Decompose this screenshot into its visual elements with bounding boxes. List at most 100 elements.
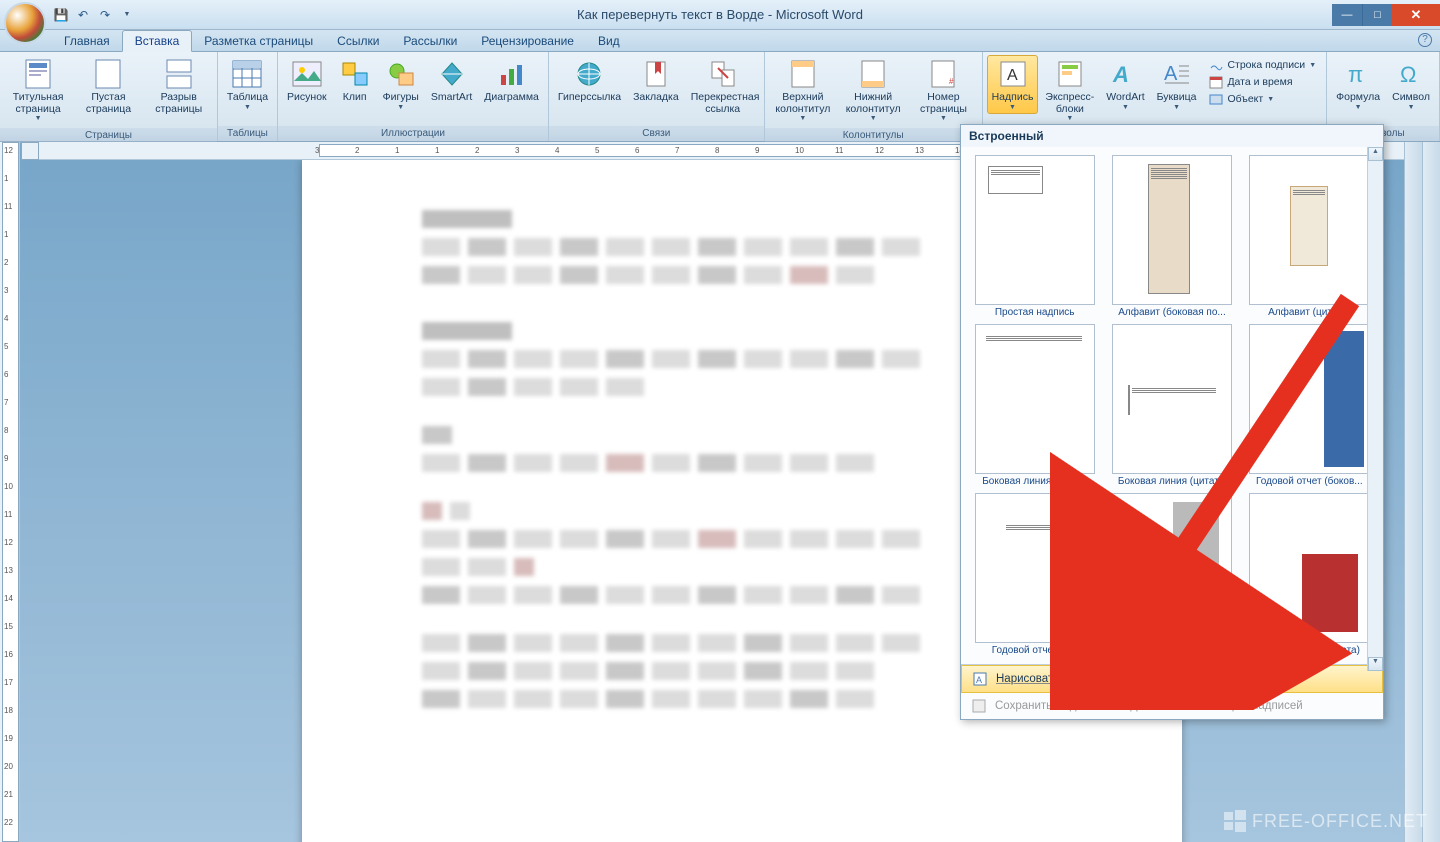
group-headerfooter: Верхний колонтитул▼ Нижний колонтитул▼ #… [765, 52, 983, 141]
tab-review[interactable]: Рецензирование [469, 31, 586, 51]
textbox-gallery: Встроенный Простая надпись Алфавит (боко… [960, 124, 1384, 720]
svg-text:π: π [1348, 62, 1363, 87]
group-hf-label: Колонтитулы [765, 128, 982, 143]
picture-icon [291, 58, 323, 90]
group-illustrations: Рисунок Клип Фигуры▼ SmartArt Диаграмма … [278, 52, 549, 141]
header-icon [787, 58, 819, 90]
header-button[interactable]: Верхний колонтитул▼ [769, 55, 837, 125]
close-button[interactable]: ✕ [1392, 4, 1440, 26]
clip-button[interactable]: Клип [334, 55, 376, 107]
draw-textbox-icon: A [972, 671, 988, 687]
wordart-button[interactable]: A WordArt▼ [1101, 55, 1149, 114]
chart-button[interactable]: Диаграмма [479, 55, 544, 107]
cover-page-icon [22, 58, 54, 90]
scroll-up-icon[interactable]: ▲ [1368, 147, 1383, 161]
qat-dropdown-icon[interactable]: ▼ [118, 6, 136, 24]
picture-button[interactable]: Рисунок [282, 55, 332, 107]
symbol-icon: Ω [1395, 58, 1427, 90]
clip-icon [339, 58, 371, 90]
hyperlink-icon [573, 58, 605, 90]
gallery-item[interactable]: Головоломка (цитата) [1244, 493, 1375, 656]
watermark: FREE-OFFICE.NET [1224, 810, 1428, 832]
group-tables-label: Таблицы [218, 126, 277, 141]
vertical-ruler: 1211112345678910111213141516171819202122… [0, 142, 20, 842]
dropcap-button[interactable]: A Буквица▼ [1152, 55, 1202, 114]
quickparts-icon [1054, 58, 1086, 90]
dropcap-icon: A [1161, 58, 1193, 90]
tab-home[interactable]: Главная [52, 31, 122, 51]
chart-icon [496, 58, 528, 90]
group-illus-label: Иллюстрации [278, 126, 548, 141]
gallery-heading: Встроенный [961, 125, 1383, 147]
gallery-footer: A Нарисовать надпись Сохранить выделенны… [961, 664, 1383, 719]
help-icon[interactable]: ? [1418, 33, 1432, 47]
gallery-item[interactable]: Алфавит (цитата) [1244, 155, 1375, 318]
date-time-button[interactable]: Дата и время [1207, 74, 1318, 90]
gallery-item[interactable]: Годовой отчет (ц... [969, 493, 1100, 656]
ribbon-tabs: Главная Вставка Разметка страницы Ссылки… [0, 30, 1440, 52]
gallery-item[interactable]: Боковая линия (цитат... [1106, 324, 1237, 487]
shapes-icon [385, 58, 417, 90]
wordart-icon: A [1109, 58, 1141, 90]
bookmark-icon [640, 58, 672, 90]
tab-mailings[interactable]: Рассылки [391, 31, 469, 51]
crossref-button[interactable]: Перекрестная ссылка [686, 55, 760, 118]
group-links-label: Связи [549, 126, 764, 141]
svg-text:A: A [1112, 62, 1129, 87]
hyperlink-button[interactable]: Гиперссылка [553, 55, 626, 107]
window-title: Как перевернуть текст в Ворде - Microsof… [577, 7, 863, 22]
group-links: Гиперссылка Закладка Перекрестная ссылка… [549, 52, 765, 141]
quickparts-button[interactable]: Экспресс-блоки▼ [1040, 55, 1099, 125]
footer-button[interactable]: Нижний колонтитул▼ [839, 55, 907, 125]
save-selection-item: Сохранить выделенный фрагмент в коллекци… [961, 693, 1383, 719]
table-icon [231, 58, 263, 90]
undo-icon[interactable]: ↶ [74, 6, 92, 24]
tab-insert[interactable]: Вставка [122, 30, 193, 52]
gallery-item[interactable]: ...оволомка (бокова... [1106, 493, 1237, 656]
svg-text:A: A [976, 675, 982, 685]
svg-text:A: A [1164, 63, 1178, 85]
office-button[interactable] [4, 2, 46, 44]
redo-icon[interactable]: ↷ [96, 6, 114, 24]
tab-layout[interactable]: Разметка страницы [192, 31, 325, 51]
scroll-down-icon[interactable]: ▼ [1368, 657, 1383, 671]
gallery-item[interactable]: Простая надпись [969, 155, 1100, 318]
windows-icon [1224, 810, 1246, 832]
bookmark-button[interactable]: Закладка [628, 55, 684, 107]
gallery-item[interactable]: Боковая линия (боко... [969, 324, 1100, 487]
formula-button[interactable]: π Формула▼ [1331, 55, 1385, 114]
gallery-item[interactable]: Годовой отчет (боков... [1244, 324, 1375, 487]
maximize-button[interactable]: □ [1362, 4, 1392, 26]
cover-page-button[interactable]: Титульная страница▼ [4, 55, 72, 125]
page-break-button[interactable]: Разрыв страницы [145, 55, 213, 118]
tab-selector-icon[interactable] [21, 142, 39, 160]
group-tables: Таблица▼ Таблицы [218, 52, 278, 141]
draw-textbox-item[interactable]: A Нарисовать надпись [961, 665, 1383, 693]
smartart-button[interactable]: SmartArt [426, 55, 477, 107]
minimize-button[interactable]: — [1332, 4, 1362, 26]
svg-text:A: A [1007, 67, 1018, 84]
symbol-button[interactable]: Ω Символ▼ [1387, 55, 1435, 114]
textbox-button[interactable]: A Надпись▼ [987, 55, 1039, 114]
pagenum-icon: # [927, 58, 959, 90]
signature-line-button[interactable]: Строка подписи ▼ [1207, 57, 1318, 73]
object-button[interactable]: Объект ▼ [1207, 91, 1318, 107]
shapes-button[interactable]: Фигуры▼ [378, 55, 424, 114]
blank-page-button[interactable]: Пустая страница [74, 55, 142, 118]
scrollbar-inner[interactable] [1404, 142, 1422, 842]
quick-access-toolbar: 💾 ↶ ↷ ▼ [52, 6, 136, 24]
gallery-scrollbar[interactable]: ▲ ▼ [1367, 147, 1383, 671]
footer-icon [857, 58, 889, 90]
vertical-scrollbar[interactable] [1422, 142, 1440, 842]
pagenum-button[interactable]: # Номер страницы▼ [909, 55, 977, 125]
textbox-icon: A [997, 58, 1029, 90]
blank-page-icon [92, 58, 124, 90]
svg-text:Ω: Ω [1400, 62, 1416, 87]
tab-view[interactable]: Вид [586, 31, 632, 51]
tab-references[interactable]: Ссылки [325, 31, 391, 51]
table-button[interactable]: Таблица▼ [222, 55, 273, 114]
save-icon[interactable]: 💾 [52, 6, 70, 24]
smartart-icon [436, 58, 468, 90]
gallery-item[interactable]: Алфавит (боковая по... [1106, 155, 1237, 318]
group-pages: Титульная страница▼ Пустая страница Разр… [0, 52, 218, 141]
